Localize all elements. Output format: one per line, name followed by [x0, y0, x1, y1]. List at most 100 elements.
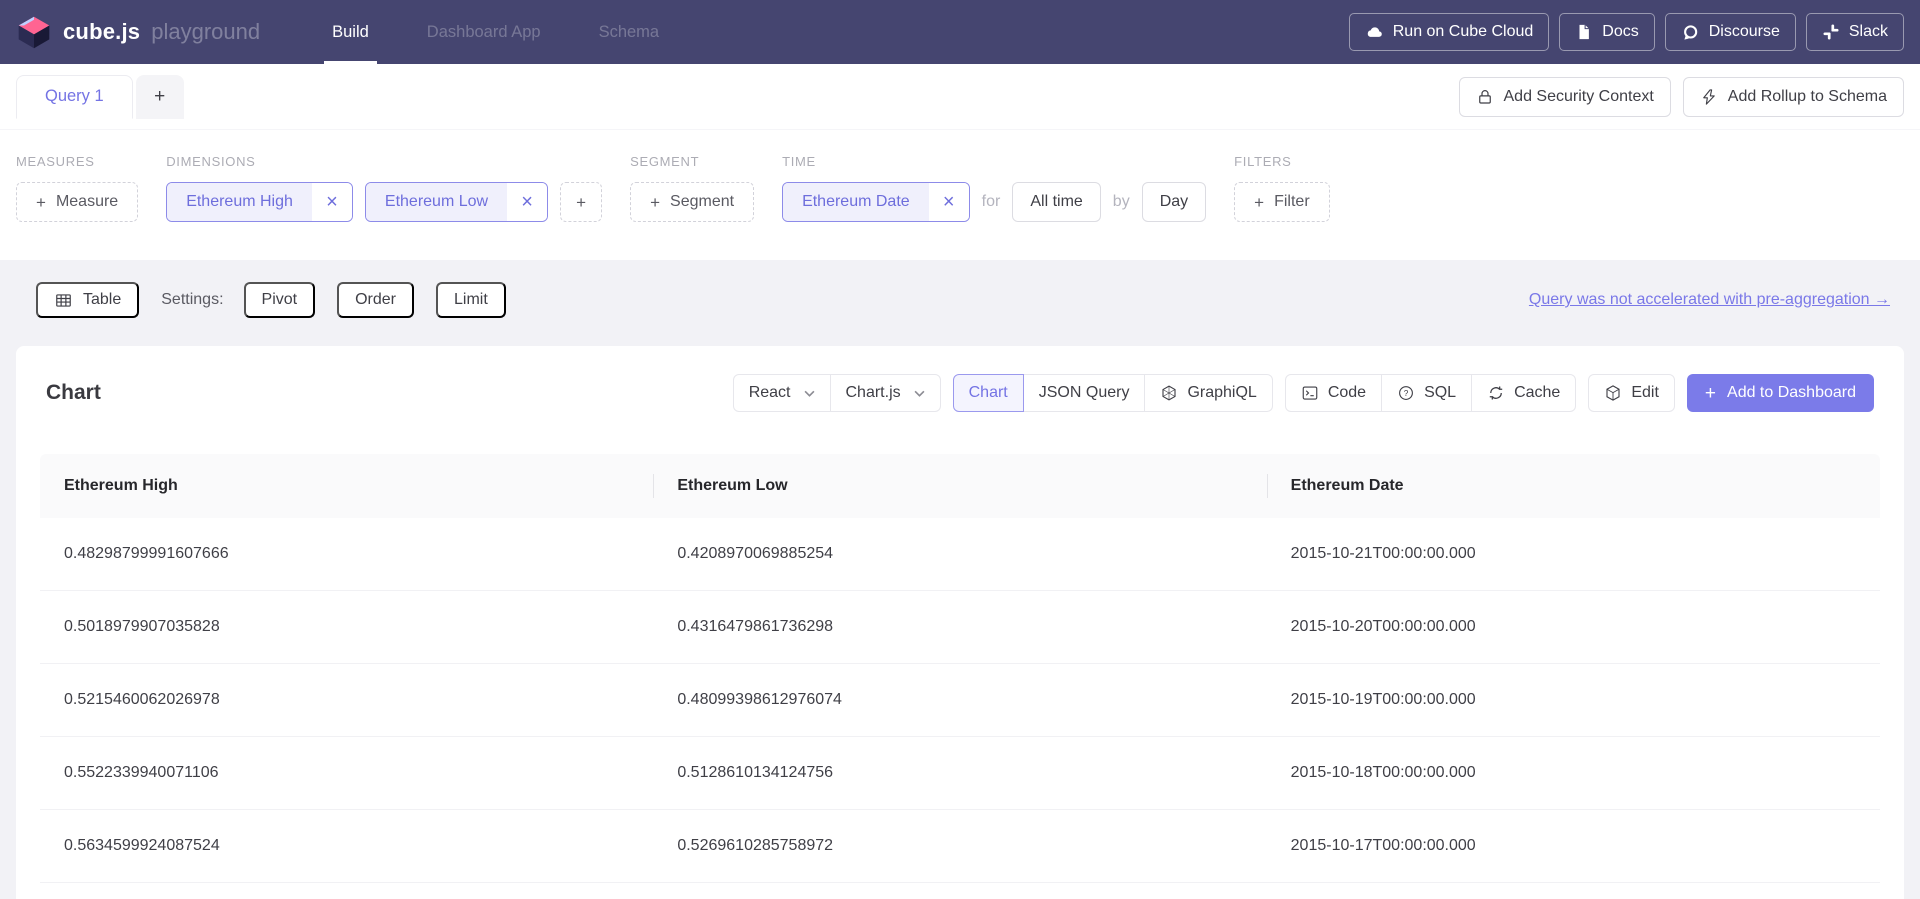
column-header-ethereum-date: Ethereum Date [1267, 454, 1880, 518]
cell-ethereum-high: 0.5522339940071106 [40, 764, 653, 782]
cell-ethereum-low: 0.4208970069885254 [653, 545, 1266, 563]
column-header-ethereum-low: Ethereum Low [653, 454, 1266, 518]
code-terminal-icon [1301, 384, 1319, 402]
pivot-button[interactable]: Pivot [244, 282, 316, 318]
code-button-label: Code [1328, 384, 1366, 402]
slack-icon [1822, 23, 1840, 41]
cell-ethereum-low: 0.48099398612976074 [653, 691, 1266, 709]
brand-suffix: playground [151, 19, 260, 45]
framework-select[interactable]: React [733, 374, 831, 412]
plus-icon: + [36, 194, 46, 211]
nav-tab-schema[interactable]: Schema [599, 0, 660, 64]
table-row: 0.5634599924087524 0.5269610285758972 20… [40, 810, 1880, 883]
settings-buttons: Pivot Order Limit [244, 282, 506, 318]
sql-button-label: SQL [1424, 384, 1456, 402]
sql-button[interactable]: ? SQL [1381, 374, 1472, 412]
dimensions-label: DIMENSIONS [166, 154, 602, 169]
cell-ethereum-high: 0.48298799991607666 [40, 545, 653, 563]
table-row: 0.5018979907035828 0.4316479861736298 20… [40, 591, 1880, 664]
add-rollup-to-schema-button[interactable]: Add Rollup to Schema [1683, 77, 1904, 117]
add-dimension-button[interactable]: + [560, 182, 602, 222]
chart-type-table-button[interactable]: Table [36, 282, 139, 318]
add-measure-label: Measure [56, 193, 118, 211]
tabbar-actions: Add Security Context Add Rollup to Schem… [1459, 77, 1905, 117]
query-tabbar: Query 1 + Add Security Context Add Rollu… [0, 64, 1920, 130]
tool-buttons: Code ? SQL Cache [1285, 374, 1577, 412]
slack-button[interactable]: Slack [1806, 13, 1904, 51]
cell-ethereum-date: 2015-10-19T00:00:00.000 [1267, 691, 1880, 709]
segment-section: SEGMENT + Segment [630, 154, 754, 222]
brand-name: cube.js [63, 19, 140, 45]
measures-label: MEASURES [16, 154, 138, 169]
question-circle-icon: ? [1397, 384, 1415, 402]
thunderbolt-icon [1700, 88, 1718, 106]
add-security-context-button[interactable]: Add Security Context [1459, 77, 1671, 117]
remove-dimension-icon[interactable]: × [507, 183, 547, 221]
graphql-icon [1160, 384, 1178, 402]
add-rollup-to-schema-label: Add Rollup to Schema [1728, 88, 1887, 106]
brand: cube.js playground [16, 14, 260, 50]
nav-actions: Run on Cube Cloud Docs Discourse [1349, 13, 1904, 51]
remove-dimension-icon[interactable]: × [312, 183, 352, 221]
view-tab-chart[interactable]: Chart [953, 374, 1024, 412]
add-security-context-label: Add Security Context [1504, 88, 1654, 106]
cell-ethereum-high: 0.5215460062026978 [40, 691, 653, 709]
add-measure-button[interactable]: + Measure [16, 182, 138, 222]
order-button[interactable]: Order [337, 282, 414, 318]
edit-group: Edit [1588, 374, 1675, 412]
limit-button[interactable]: Limit [436, 282, 506, 318]
framework-library-selects: React Chart.js [733, 374, 941, 412]
view-tab-graphiql[interactable]: GraphiQL [1144, 374, 1272, 412]
nav-tab-build[interactable]: Build [332, 0, 369, 64]
preaggregation-link[interactable]: Query was not accelerated with pre-aggre… [1529, 291, 1890, 309]
granularity-select[interactable]: Day [1142, 182, 1206, 222]
edit-button[interactable]: Edit [1588, 374, 1675, 412]
date-range-select[interactable]: All time [1012, 182, 1100, 222]
chevron-down-icon [914, 390, 925, 397]
plus-icon: + [1705, 384, 1716, 403]
code-sandbox-icon [1604, 384, 1622, 402]
cloud-icon [1365, 23, 1384, 42]
docs-button[interactable]: Docs [1559, 13, 1654, 51]
nav-tab-dashboard-app[interactable]: Dashboard App [427, 0, 541, 64]
time-chip-ethereum-date[interactable]: Ethereum Date × [782, 182, 970, 222]
remove-time-dimension-icon[interactable]: × [929, 183, 969, 221]
result-table: Ethereum High Ethereum Low Ethereum Date… [40, 454, 1880, 883]
plus-icon: + [1254, 194, 1264, 211]
by-label: by [1113, 193, 1130, 211]
table-row: 0.48298799991607666 0.4208970069885254 2… [40, 518, 1880, 591]
run-on-cube-cloud-label: Run on Cube Cloud [1393, 23, 1534, 41]
add-segment-label: Segment [670, 193, 734, 211]
code-button[interactable]: Code [1285, 374, 1382, 412]
cell-ethereum-low: 0.5269610285758972 [653, 837, 1266, 855]
discourse-icon [1681, 23, 1700, 42]
discourse-button[interactable]: Discourse [1665, 13, 1796, 51]
add-filter-button[interactable]: + Filter [1234, 182, 1330, 222]
view-tabs: Chart JSON Query GraphiQL [953, 374, 1273, 412]
add-segment-button[interactable]: + Segment [630, 182, 754, 222]
nav-tabs: Build Dashboard App Schema [332, 0, 659, 64]
query-tab-1[interactable]: Query 1 [16, 75, 133, 119]
add-query-tab-button[interactable]: + [136, 75, 184, 119]
cell-ethereum-date: 2015-10-20T00:00:00.000 [1267, 618, 1880, 636]
table-icon [54, 291, 73, 310]
dimension-chip-label: Ethereum Low [366, 183, 507, 221]
view-tab-json-query[interactable]: JSON Query [1023, 374, 1146, 412]
measures-section: MEASURES + Measure [16, 154, 138, 222]
cache-button-label: Cache [1514, 384, 1560, 402]
dimension-chip-ethereum-high[interactable]: Ethereum High × [166, 182, 353, 222]
cell-ethereum-low: 0.5128610134124756 [653, 764, 1266, 782]
cache-button[interactable]: Cache [1471, 374, 1576, 412]
plus-icon: + [650, 194, 660, 211]
dimension-chip-ethereum-low[interactable]: Ethereum Low × [365, 182, 548, 222]
add-to-dashboard-label: Add to Dashboard [1727, 384, 1856, 402]
lock-icon [1476, 88, 1494, 106]
chart-title: Chart [46, 381, 101, 405]
segment-label: SEGMENT [630, 154, 754, 169]
filters-section: FILTERS + Filter [1234, 154, 1330, 222]
run-on-cube-cloud-button[interactable]: Run on Cube Cloud [1349, 13, 1550, 51]
document-icon [1575, 23, 1593, 41]
library-select[interactable]: Chart.js [830, 374, 941, 412]
cell-ethereum-date: 2015-10-18T00:00:00.000 [1267, 764, 1880, 782]
add-to-dashboard-button[interactable]: + Add to Dashboard [1687, 374, 1874, 412]
